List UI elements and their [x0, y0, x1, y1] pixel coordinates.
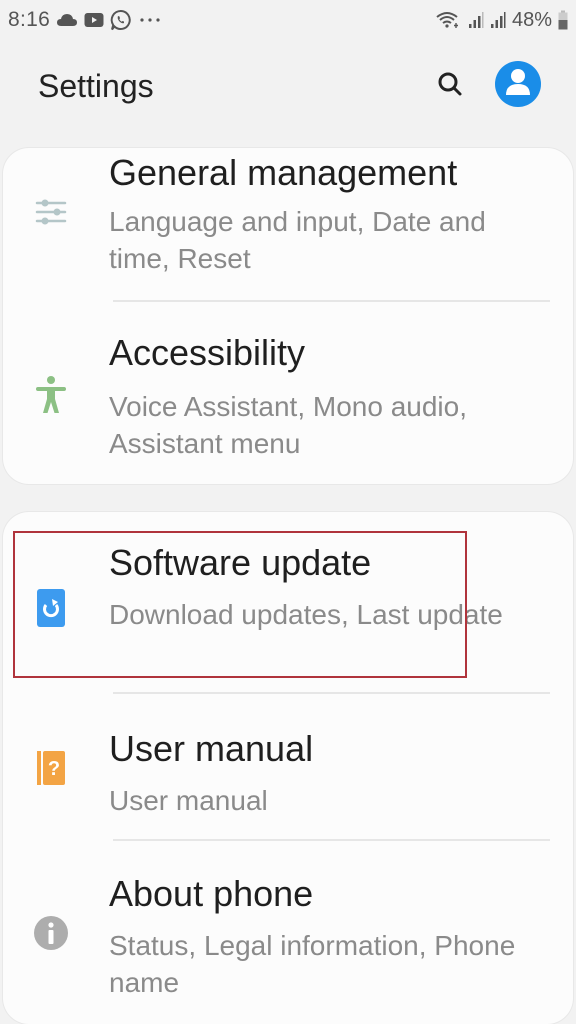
item-subtitle: Language and input, Date and time, Reset	[109, 206, 486, 274]
user-manual-icon: ?	[31, 748, 71, 788]
accessibility-icon	[31, 375, 71, 415]
settings-group-1: General management Language and input, D…	[3, 148, 573, 484]
item-title: User manual	[109, 728, 314, 769]
svg-text:?: ?	[48, 758, 60, 780]
youtube-icon	[84, 12, 104, 28]
whatsapp-icon	[110, 9, 132, 31]
battery-icon	[558, 10, 568, 30]
item-subtitle: Download updates, Last update	[109, 599, 503, 630]
page-title: Settings	[38, 68, 154, 104]
signal-1-icon	[468, 11, 484, 29]
battery-percent: 48%	[511, 8, 552, 31]
account-icon	[503, 65, 533, 104]
more-notifications-icon	[138, 17, 162, 23]
info-icon	[31, 913, 71, 953]
item-title: Accessibility	[109, 332, 306, 373]
app-header: Settings	[0, 50, 576, 122]
settings-item-accessibility[interactable]: Accessibility Voice Assistant, Mono audi…	[3, 302, 573, 484]
settings-item-software-update[interactable]: Software update Download updates, Last u…	[3, 512, 573, 692]
wifi-icon	[436, 11, 462, 29]
status-bar: 8:16 48%	[0, 0, 576, 40]
item-title: General management	[109, 152, 458, 193]
cloud-icon	[56, 13, 78, 27]
settings-item-about-phone[interactable]: About phone Status, Legal information, P…	[3, 841, 573, 1024]
search-button[interactable]	[430, 66, 470, 106]
settings-item-general-management[interactable]: General management Language and input, D…	[3, 148, 573, 303]
search-icon	[436, 70, 464, 103]
signal-2-icon	[490, 11, 506, 29]
sliders-icon	[31, 192, 71, 232]
settings-group-2: Software update Download updates, Last u…	[3, 512, 573, 1024]
item-subtitle: Status, Legal information, Phone name	[109, 930, 516, 998]
status-left: 8:16	[8, 8, 162, 32]
status-right: 48%	[436, 9, 568, 32]
settings-item-user-manual[interactable]: ? User manual User manual	[3, 694, 573, 839]
item-title: Software update	[109, 542, 372, 583]
item-subtitle: User manual	[109, 785, 268, 816]
item-title: About phone	[109, 873, 314, 914]
item-subtitle: Voice Assistant, Mono audio, Assistant m…	[109, 391, 467, 459]
status-time: 8:16	[8, 8, 51, 31]
account-button[interactable]	[495, 61, 541, 107]
software-update-icon	[31, 588, 71, 628]
